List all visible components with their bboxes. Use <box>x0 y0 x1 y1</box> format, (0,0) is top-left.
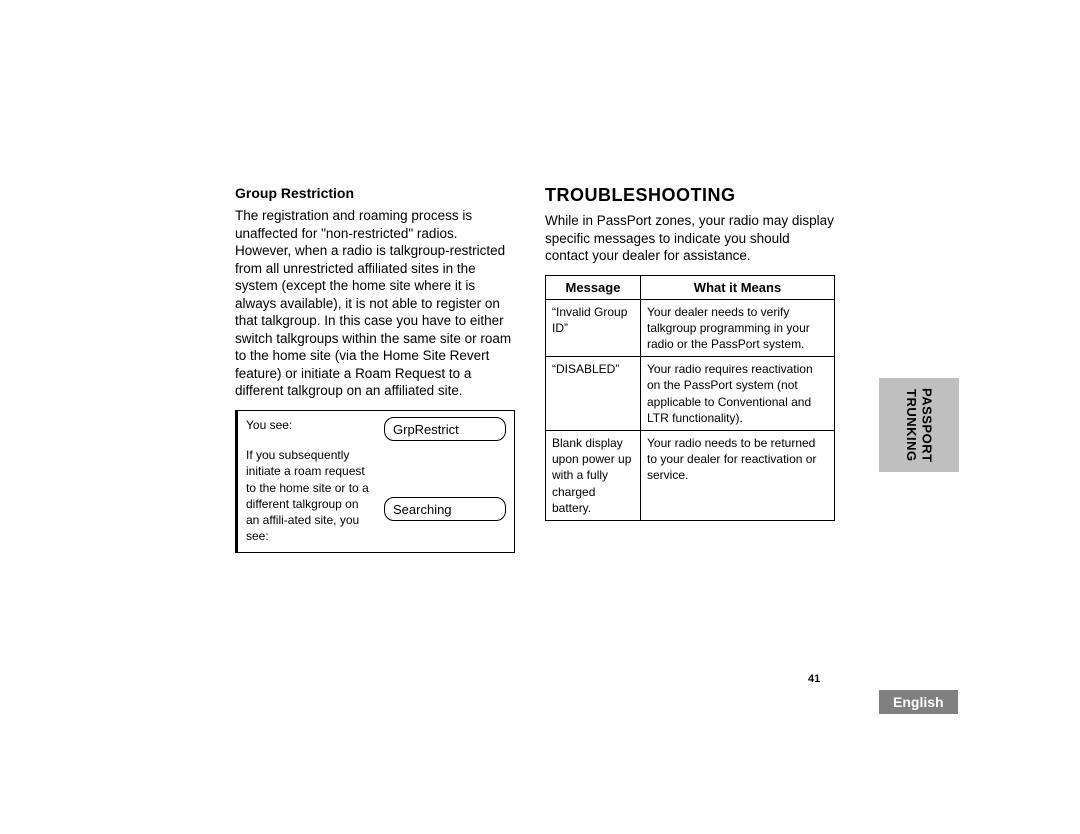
table-row: “Invalid Group ID” Your dealer needs to … <box>546 299 835 357</box>
table-cell-meaning: Your dealer needs to verify talkgroup pr… <box>641 299 835 357</box>
section-tab: PASSPORTTRUNKING <box>879 378 959 472</box>
table-cell-message: Blank display upon power up with a fully… <box>546 430 641 520</box>
troubleshooting-table: Message What it Means “Invalid Group ID”… <box>545 275 835 521</box>
group-restriction-heading: Group Restriction <box>235 185 515 201</box>
table-header-message: Message <box>546 275 641 299</box>
callout-line1: You see: <box>246 417 374 433</box>
troubleshooting-body: While in PassPort zones, your radio may … <box>545 212 835 265</box>
group-restriction-body: The registration and roaming process is … <box>235 207 515 400</box>
table-row: “DISABLED” Your radio requires reactivat… <box>546 357 835 431</box>
table-cell-message: “DISABLED” <box>546 357 641 431</box>
callout-line2: If you subsequently initiate a roam requ… <box>246 447 374 544</box>
callout-box: You see: If you subsequently initiate a … <box>235 410 515 553</box>
section-tab-label: PASSPORTTRUNKING <box>903 388 934 463</box>
table-cell-meaning: Your radio needs to be returned to your … <box>641 430 835 520</box>
language-tab: English <box>879 690 958 714</box>
table-header-meaning: What it Means <box>641 275 835 299</box>
display-chip-searching: Searching <box>384 497 506 521</box>
troubleshooting-heading: TROUBLESHOOTING <box>545 185 835 206</box>
table-row: Blank display upon power up with a fully… <box>546 430 835 520</box>
table-cell-meaning: Your radio requires reactivation on the … <box>641 357 835 431</box>
page-number: 41 <box>808 673 820 685</box>
table-cell-message: “Invalid Group ID” <box>546 299 641 357</box>
display-chip-grprestrict: GrpRestrict <box>384 417 506 441</box>
